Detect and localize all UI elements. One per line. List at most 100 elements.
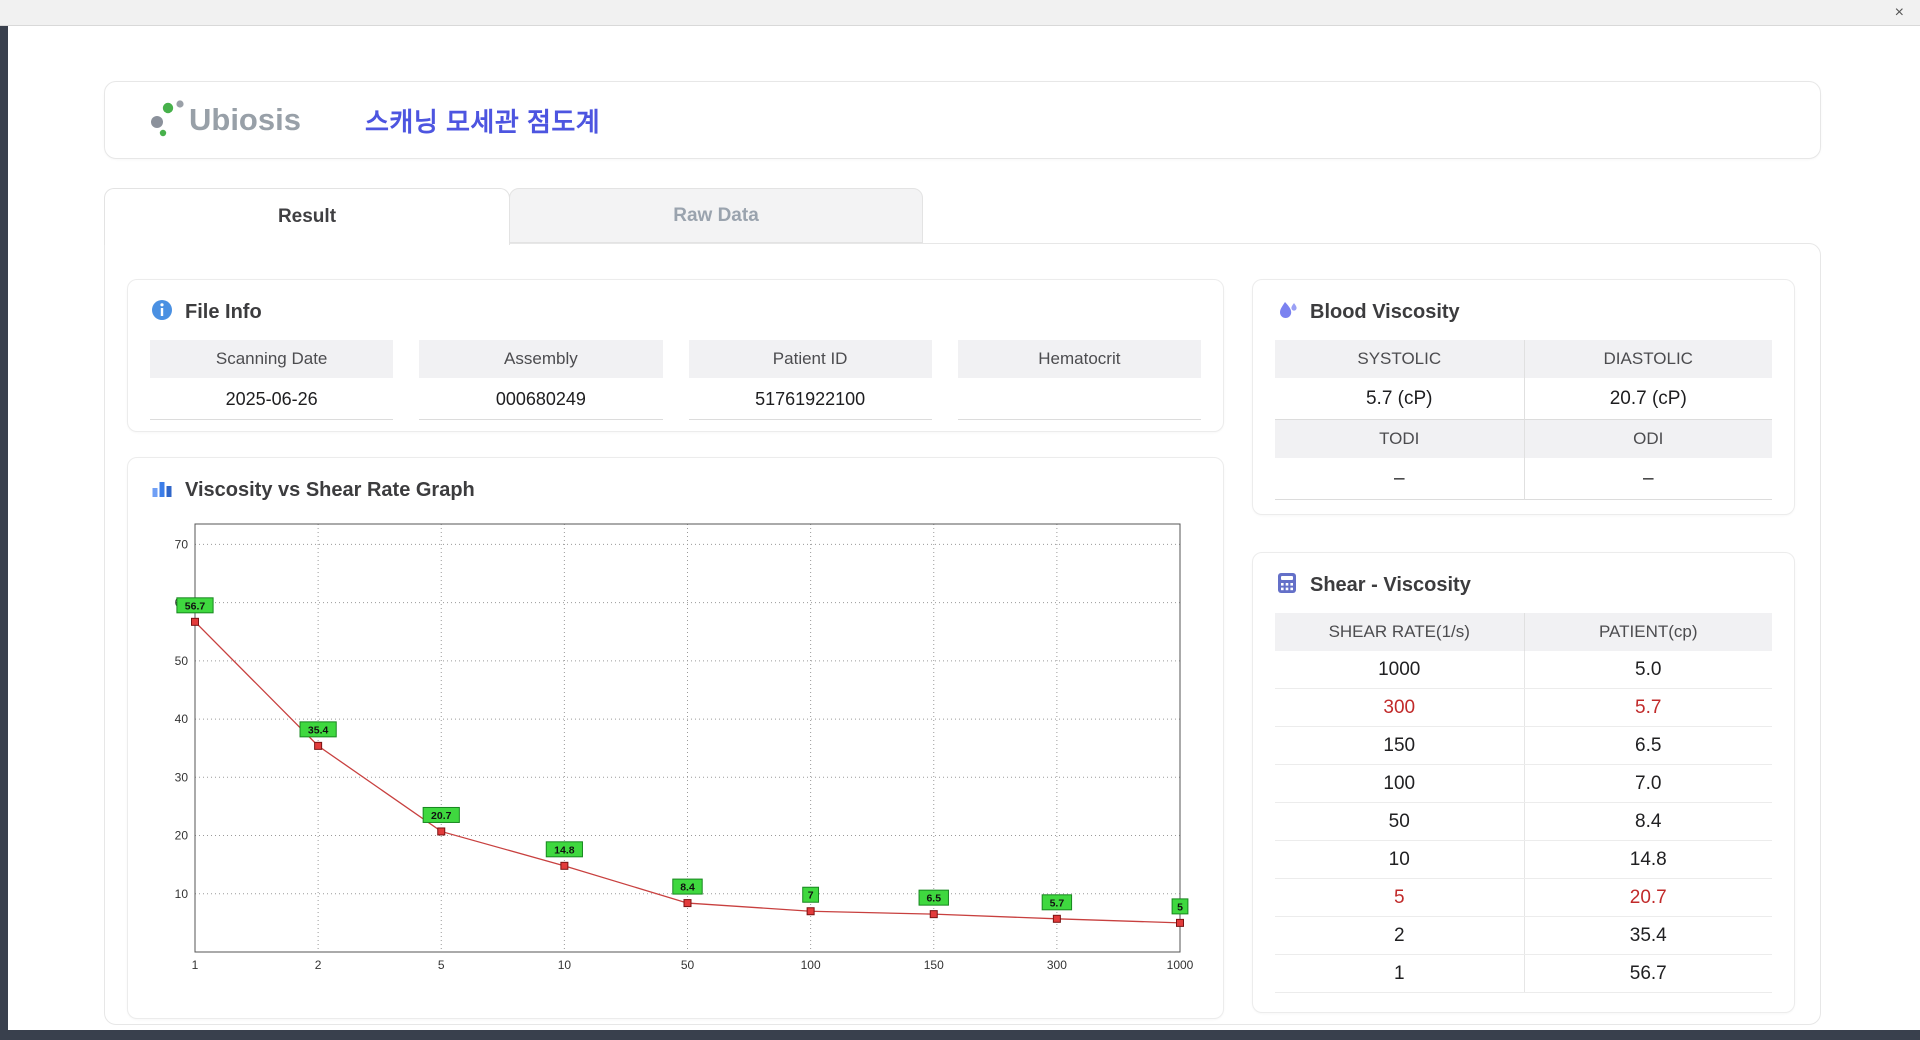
shear-table-cell: 5.0 bbox=[1524, 651, 1773, 688]
svg-text:20.7: 20.7 bbox=[431, 810, 452, 822]
shear-table-cell: 5.7 bbox=[1524, 689, 1773, 726]
shear-table-cell: 50 bbox=[1275, 803, 1524, 840]
blood-viscosity-card: Blood Viscosity SYSTOLIC DIASTOLIC 5.7 (… bbox=[1252, 279, 1795, 515]
svg-text:300: 300 bbox=[1047, 958, 1067, 972]
svg-text:10: 10 bbox=[558, 958, 572, 972]
app-window: Ubiosis 스캐닝 모세관 점도계 Result Raw Data bbox=[8, 26, 1920, 1030]
field-value bbox=[958, 378, 1201, 420]
result-panel: File Info Scanning Date 2025-06-26 Assem… bbox=[104, 243, 1821, 1025]
svg-text:1: 1 bbox=[192, 958, 199, 972]
shear-table-cell: 10 bbox=[1275, 841, 1524, 878]
svg-text:50: 50 bbox=[681, 958, 695, 972]
shear-table-row: 3005.7 bbox=[1275, 689, 1772, 727]
shear-table-cell: 300 bbox=[1275, 689, 1524, 726]
shear-table-cell: 100 bbox=[1275, 765, 1524, 802]
logo-text: Ubiosis bbox=[189, 102, 301, 137]
graph-title: Viscosity vs Shear Rate Graph bbox=[185, 479, 475, 502]
shear-table-row: 520.7 bbox=[1275, 879, 1772, 917]
svg-text:35.4: 35.4 bbox=[308, 724, 329, 736]
blood-viscosity-table: SYSTOLIC DIASTOLIC 5.7 (cP) 20.7 (cP) TO… bbox=[1275, 340, 1772, 500]
shear-table-row: 1007.0 bbox=[1275, 765, 1772, 803]
chart-area: 102030405060701251050100150300100056.735… bbox=[150, 510, 1201, 1007]
bv-value-todi: – bbox=[1275, 458, 1524, 500]
droplet-icon bbox=[1275, 298, 1299, 327]
svg-text:1000: 1000 bbox=[1167, 958, 1194, 972]
shear-table-row: 1014.8 bbox=[1275, 841, 1772, 879]
tab-raw-data[interactable]: Raw Data bbox=[509, 188, 923, 243]
shear-table-cell: 5 bbox=[1275, 879, 1524, 916]
field-label: Assembly bbox=[419, 340, 662, 378]
field-label: Scanning Date bbox=[150, 340, 393, 378]
ubiosis-logo: Ubiosis bbox=[145, 95, 315, 146]
shear-table-cell: 1000 bbox=[1275, 651, 1524, 688]
svg-text:56.7: 56.7 bbox=[185, 600, 206, 612]
file-info-card: File Info Scanning Date 2025-06-26 Assem… bbox=[127, 279, 1224, 432]
field-scanning-date: Scanning Date 2025-06-26 bbox=[150, 340, 393, 420]
shear-table-cell: 150 bbox=[1275, 727, 1524, 764]
shear-table-cell: 2 bbox=[1275, 917, 1524, 954]
blood-viscosity-title: Blood Viscosity bbox=[1310, 301, 1460, 324]
field-value: 2025-06-26 bbox=[150, 378, 393, 420]
bv-label-systolic: SYSTOLIC bbox=[1275, 340, 1524, 378]
svg-text:50: 50 bbox=[175, 654, 189, 668]
shear-table-cell: 1 bbox=[1275, 955, 1524, 992]
shear-table-row: 156.7 bbox=[1275, 955, 1772, 993]
file-info-fields: Scanning Date 2025-06-26 Assembly 000680… bbox=[150, 340, 1201, 420]
page: × Ubiosis 스캐닝 모세관 점도계 Result Raw Data bbox=[0, 0, 1920, 1040]
field-label: Hematocrit bbox=[958, 340, 1201, 378]
svg-text:8.4: 8.4 bbox=[680, 882, 695, 894]
bv-label-todi: TODI bbox=[1275, 420, 1524, 458]
svg-text:150: 150 bbox=[924, 958, 944, 972]
tab-bar: Result Raw Data bbox=[104, 188, 923, 245]
shear-col-rate: SHEAR RATE(1/s) bbox=[1275, 613, 1524, 651]
svg-text:6.5: 6.5 bbox=[926, 893, 941, 905]
svg-text:40: 40 bbox=[175, 712, 189, 726]
viscosity-graph-card: Viscosity vs Shear Rate Graph 10 20 30 40 50… bbox=[127, 457, 1224, 1019]
info-icon bbox=[150, 298, 174, 327]
field-patient-id: Patient ID 51761922100 bbox=[689, 340, 932, 420]
tab-result[interactable]: Result bbox=[104, 188, 510, 245]
viscosity-chart: 102030405060701251050100150300100056.735… bbox=[150, 510, 1203, 1002]
shear-table-cell: 7.0 bbox=[1524, 765, 1773, 802]
svg-text:5: 5 bbox=[438, 958, 445, 972]
shear-col-patient: PATIENT(cp) bbox=[1524, 613, 1773, 651]
file-info-title: File Info bbox=[185, 301, 262, 324]
shear-table-rows: 10005.03005.71506.51007.0508.41014.8520.… bbox=[1275, 651, 1772, 993]
header-card: Ubiosis 스캐닝 모세관 점도계 bbox=[104, 81, 1821, 159]
shear-viscosity-card: Shear - Viscosity SHEAR RATE(1/s) PATIEN… bbox=[1252, 552, 1795, 1013]
shear-table-cell: 35.4 bbox=[1524, 917, 1773, 954]
field-label: Patient ID bbox=[689, 340, 932, 378]
bar-chart-icon bbox=[150, 476, 174, 505]
shear-table-row: 508.4 bbox=[1275, 803, 1772, 841]
window-titlebar: × bbox=[0, 0, 1920, 26]
shear-table-cell: 56.7 bbox=[1524, 955, 1773, 992]
svg-text:5.7: 5.7 bbox=[1050, 897, 1065, 909]
svg-text:7: 7 bbox=[808, 890, 814, 902]
svg-text:70: 70 bbox=[175, 537, 189, 551]
svg-text:20: 20 bbox=[175, 829, 189, 843]
calculator-icon bbox=[1275, 571, 1299, 600]
svg-text:14.8: 14.8 bbox=[554, 844, 575, 856]
page-title: 스캐닝 모세관 점도계 bbox=[365, 102, 600, 139]
svg-text:5: 5 bbox=[1177, 901, 1183, 913]
bv-value-systolic: 5.7 (cP) bbox=[1275, 378, 1524, 420]
shear-table-cell: 8.4 bbox=[1524, 803, 1773, 840]
field-hematocrit: Hematocrit bbox=[958, 340, 1201, 420]
svg-text:10: 10 bbox=[175, 887, 189, 901]
shear-table-row: 10005.0 bbox=[1275, 651, 1772, 689]
shear-viscosity-table: SHEAR RATE(1/s) PATIENT(cp) 10005.03005.… bbox=[1275, 613, 1772, 993]
field-value: 000680249 bbox=[419, 378, 662, 420]
close-icon[interactable]: × bbox=[1895, 3, 1904, 23]
shear-table-cell: 20.7 bbox=[1524, 879, 1773, 916]
bv-label-odi: ODI bbox=[1524, 420, 1773, 458]
field-value: 51761922100 bbox=[689, 378, 932, 420]
svg-text:100: 100 bbox=[801, 958, 821, 972]
shear-table-row: 1506.5 bbox=[1275, 727, 1772, 765]
svg-text:2: 2 bbox=[315, 958, 322, 972]
bv-value-odi: – bbox=[1524, 458, 1773, 500]
svg-text:30: 30 bbox=[175, 770, 189, 784]
shear-viscosity-title: Shear - Viscosity bbox=[1310, 574, 1471, 597]
shear-table-cell: 6.5 bbox=[1524, 727, 1773, 764]
bv-label-diastolic: DIASTOLIC bbox=[1524, 340, 1773, 378]
bv-value-diastolic: 20.7 (cP) bbox=[1524, 378, 1773, 420]
